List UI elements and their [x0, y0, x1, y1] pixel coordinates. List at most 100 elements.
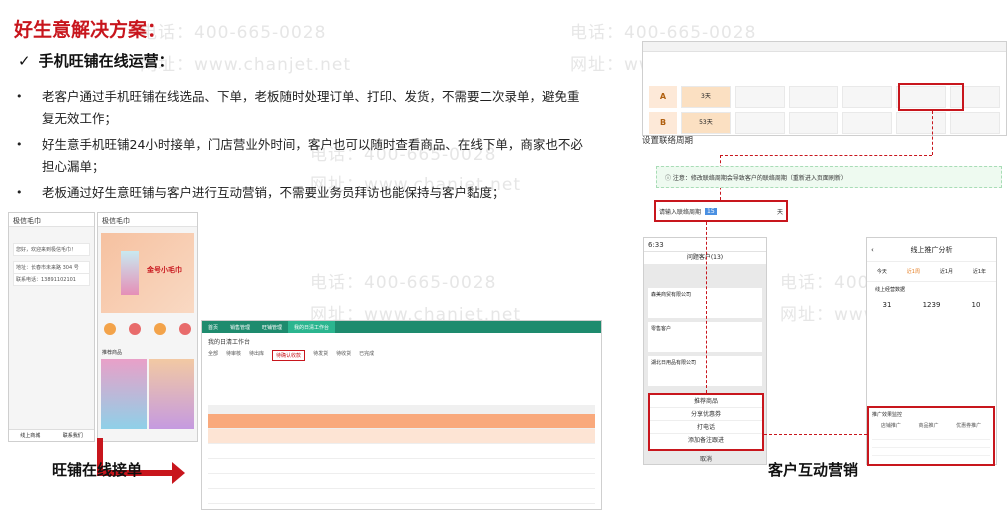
workbench-subtabs: 全部 待审核 待出库 待确认收款 待发货 待收货 已完成	[202, 350, 601, 361]
stat-cell[interactable]	[788, 112, 839, 134]
desk-tab-store[interactable]: 旺铺管理	[256, 321, 288, 333]
stat-cell[interactable]	[734, 112, 785, 134]
row-label: A	[649, 86, 677, 108]
banner-product-image	[121, 251, 139, 295]
action-recommend-products[interactable]: 推荐商品	[650, 395, 762, 408]
stat-cell[interactable]	[842, 112, 893, 134]
stat-cell[interactable]	[896, 112, 947, 134]
workbench-header: 我的日清工作台	[208, 339, 251, 346]
phone-status-bar: 6:33	[644, 238, 766, 252]
subtab-completed[interactable]: 已完成	[359, 350, 374, 361]
desk-tab-workbench[interactable]: 我的日清工作台	[288, 321, 336, 333]
action-call[interactable]: 打电话	[650, 421, 762, 434]
analysis-title: 线上推广分析	[910, 246, 953, 254]
subtab-pending-payment[interactable]: 待确认收款	[272, 350, 306, 361]
store-phone: 联系电话：13891102101	[13, 273, 90, 286]
table-row[interactable]	[208, 444, 595, 459]
category-icon[interactable]	[104, 323, 116, 335]
customer-group-row-b: B 53天	[649, 112, 1000, 134]
red-arrow-head-icon	[172, 462, 185, 484]
order-table-header	[208, 405, 595, 414]
subtitle-text: 手机旺铺在线运营：	[38, 52, 174, 70]
desk-tab-sales[interactable]: 销售管理	[224, 321, 256, 333]
tab-today[interactable]: 今天	[877, 268, 887, 275]
info-icon: ⓘ	[665, 175, 673, 182]
slide-title: 好生意解决方案：	[14, 19, 167, 41]
phone-screenshot-store-info: 极信毛巾 您好，欢迎来到极信毛巾！ 地址：长春市未来路 304 号 联系电话：1…	[8, 212, 95, 442]
subtab-all[interactable]: 全部	[208, 350, 218, 361]
bullet-item: • 好生意手机旺铺24小时接单，门店营业外时间，客户也可以随时查看商品、在线下单…	[14, 134, 584, 178]
category-icon[interactable]	[154, 323, 166, 335]
promo-columns: 店铺推广 商品推广 优惠券推广	[872, 422, 990, 429]
period-value[interactable]: 15	[705, 207, 717, 215]
table-row[interactable]	[208, 489, 595, 504]
stat-cell[interactable]	[950, 112, 1000, 134]
tab-month[interactable]: 近1月	[940, 268, 953, 275]
footer-online-store[interactable]: 线上商城	[20, 430, 40, 441]
order-table	[208, 405, 595, 504]
period-unit: 天	[776, 208, 783, 216]
customer-card[interactable]: 零售客户	[648, 322, 762, 352]
caption-store-orders: 旺铺在线接单	[52, 461, 143, 479]
category-icon[interactable]	[129, 323, 141, 335]
subtab-pending-receive[interactable]: 待收货	[336, 350, 351, 361]
promo-col: 店铺推广	[880, 423, 901, 429]
action-cancel-button[interactable]: 取消	[648, 454, 764, 466]
bullet-dot: •	[16, 138, 23, 151]
table-row[interactable]	[208, 459, 595, 474]
category-icon[interactable]	[179, 323, 191, 335]
footer-contact-us[interactable]: 联系我们	[63, 430, 83, 441]
tab-week[interactable]: 近1周	[907, 268, 920, 275]
stat-cell[interactable]	[788, 86, 839, 108]
action-add-note[interactable]: 添加备注跟进	[650, 434, 762, 447]
bullet-dot: •	[16, 90, 23, 103]
phone-footer: 线上商城 联系我们	[9, 429, 94, 441]
desk-tab-home[interactable]: 首页	[202, 321, 224, 333]
recommended-section-label: 推荐商品	[102, 350, 123, 356]
subtab-pending-outbound[interactable]: 待出库	[249, 350, 264, 361]
customer-card[interactable]: 森美商贸有限公司	[648, 288, 762, 318]
promo-table	[872, 432, 990, 462]
stat-cell[interactable]: 3天	[681, 86, 731, 108]
promo-col: 优惠券推广	[956, 423, 982, 429]
phone-title-bar: 极信毛巾	[9, 213, 94, 227]
watermark-phone: 电话：400-665-0028	[570, 23, 757, 43]
stat-cell[interactable]	[734, 86, 785, 108]
phone-title-bar: ‹ 线上推广分析	[867, 238, 996, 262]
customer-card[interactable]: 湖北日用品有限公司	[648, 356, 762, 386]
banner-text: 金号小毛巾	[147, 266, 182, 274]
phone-screenshot-storefront: 极信毛巾 金号小毛巾 推荐商品	[97, 212, 198, 442]
stat-cell[interactable]: 53天	[681, 112, 731, 134]
stat-cell[interactable]	[896, 86, 947, 108]
action-sheet: 推荐商品 分享优惠券 打电话 添加备注跟进	[648, 393, 764, 451]
stat-cell[interactable]	[842, 86, 893, 108]
bullet-dot: •	[16, 186, 23, 199]
customer-group-row-a: A 3天	[649, 86, 1000, 108]
notice-text: 注意：修改联络周期会导致客户的联络周期（重新进入页面刷新）	[672, 175, 847, 182]
action-share-coupon[interactable]: 分享优惠券	[650, 408, 762, 421]
subtab-pending-review[interactable]: 待审核	[226, 350, 241, 361]
promo-effect-box: 推广效果监控 店铺推广 商品推广 优惠券推广	[867, 406, 995, 466]
promo-title: 推广效果监控	[872, 412, 903, 418]
stat-cell[interactable]	[950, 86, 1000, 108]
bullet-text: 老客户通过手机旺铺在线选品、下单，老板随时处理订单、打印、发货，不需要二次录单，…	[42, 89, 580, 126]
table-row[interactable]	[208, 474, 595, 489]
product-card[interactable]	[148, 359, 194, 429]
back-icon[interactable]: ‹	[871, 238, 874, 262]
product-grid	[101, 359, 194, 429]
product-card[interactable]	[101, 359, 147, 429]
bullet-item: • 老客户通过手机旺铺在线选品、下单，老板随时处理订单、打印、发货，不需要二次录…	[14, 86, 584, 130]
bullet-text: 好生意手机旺铺24小时接单，门店营业外时间，客户也可以随时查看商品、在线下单，商…	[42, 137, 583, 174]
table-row[interactable]	[208, 429, 595, 444]
subtab-pending-ship[interactable]: 待发货	[313, 350, 328, 361]
settings-title: 设置联络周期	[642, 136, 694, 146]
period-label: 请输入联络周期	[659, 208, 702, 216]
table-row[interactable]	[208, 414, 595, 429]
caption-customer-marketing: 客户互动营销	[768, 461, 859, 479]
bullet-item: • 老板通过好生意旺铺与客户进行互动营销，不需要业务员拜访也能保持与客户黏度；	[14, 182, 584, 204]
desktop-top-tabs: 首页 销售管理 旺铺管理 我的日清工作台	[202, 321, 601, 333]
tab-year[interactable]: 近1年	[973, 268, 986, 275]
watermark-phone: 电话：400-665-0028	[310, 273, 497, 293]
store-banner[interactable]: 金号小毛巾	[101, 233, 194, 313]
contact-period-input[interactable]: 请输入联络周期 15 天	[654, 200, 788, 222]
